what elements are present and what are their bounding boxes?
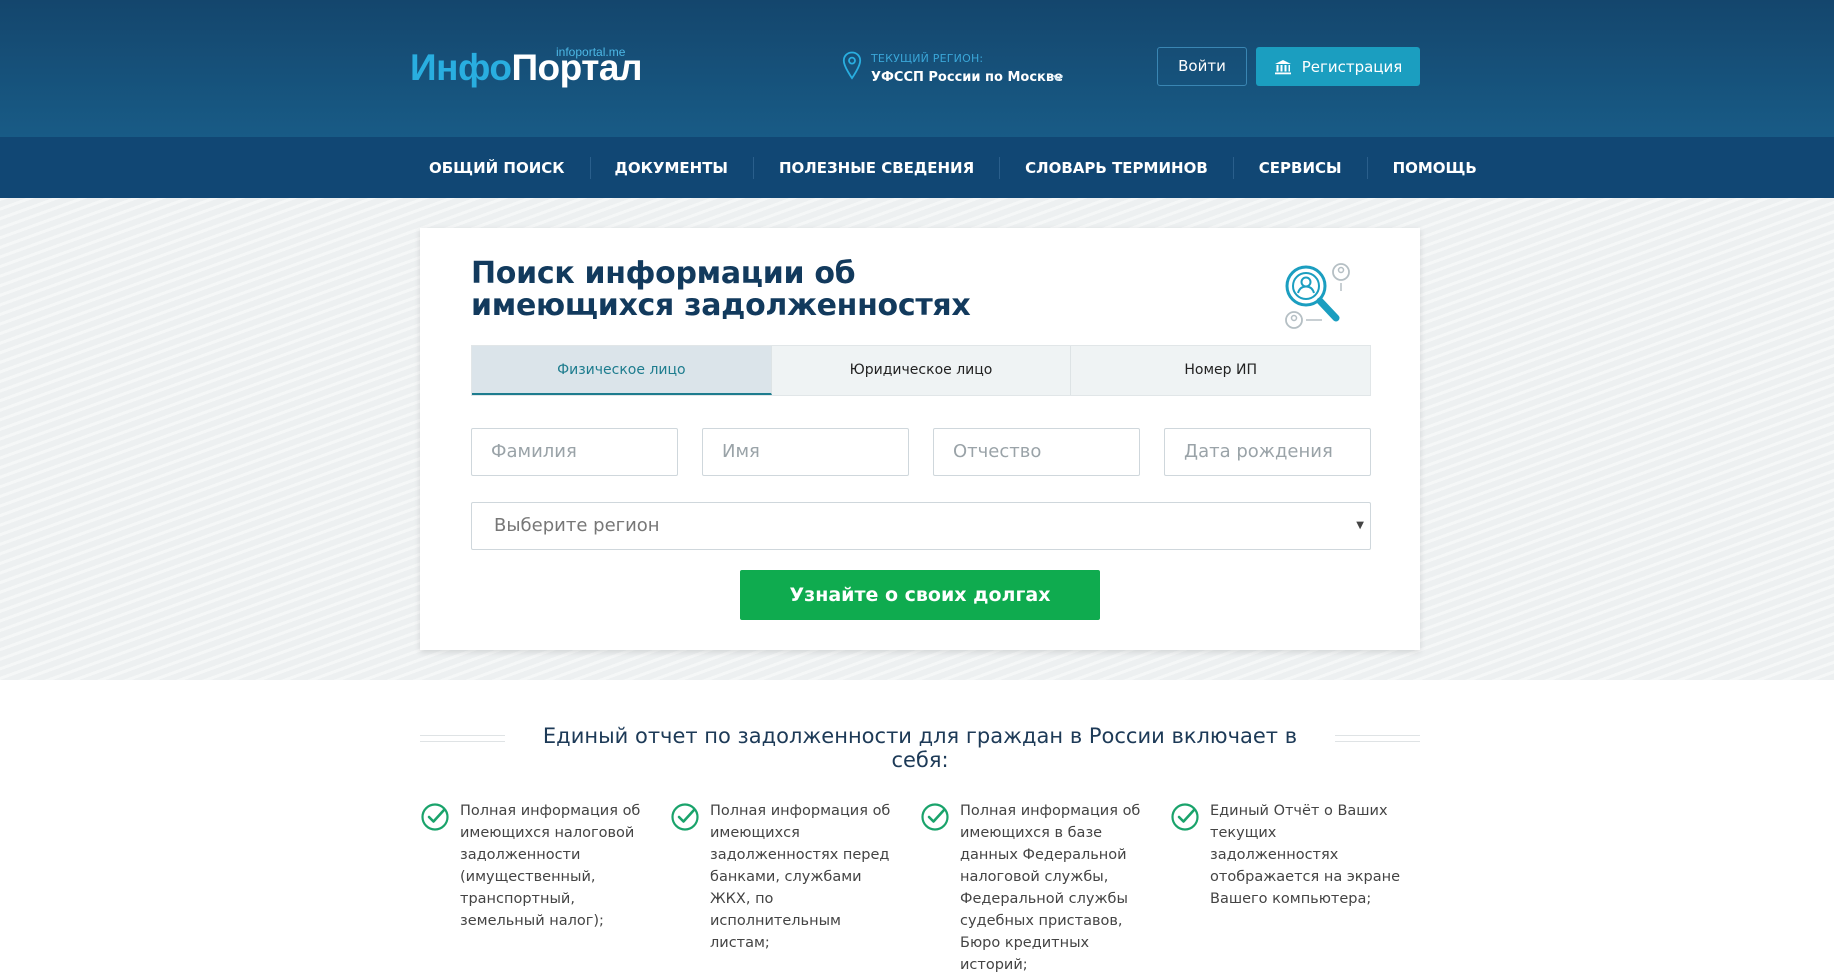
logo-part1: Инфо xyxy=(410,47,512,88)
tab-individual[interactable]: Физическое лицо xyxy=(472,346,772,395)
check-circle-icon xyxy=(921,803,949,831)
surname-field[interactable]: Фамилия xyxy=(471,428,678,476)
nav-item-glossary[interactable]: СЛОВАРЬ ТЕРМИНОВ xyxy=(999,137,1233,198)
submit-search-button[interactable]: Узнайте о своих долгах xyxy=(740,570,1100,620)
report-heading: Единый отчет по задолженности для гражда… xyxy=(420,724,1420,772)
birthdate-field[interactable]: Дата рождения xyxy=(1164,428,1371,476)
main-nav: ОБЩИЙ ПОИСК ДОКУМЕНТЫ ПОЛЕЗНЫЕ СВЕДЕНИЯ … xyxy=(0,137,1834,198)
bank-icon xyxy=(1274,59,1291,74)
tab-legal-entity[interactable]: Юридическое лицо xyxy=(772,346,1072,395)
location-pin-icon xyxy=(842,51,862,80)
check-circle-icon xyxy=(1171,803,1199,831)
search-title-line1: Поиск информации об xyxy=(471,256,856,291)
logo-domain: infoportal.me xyxy=(556,45,626,59)
nav-item-general-search[interactable]: ОБЩИЙ ПОИСК xyxy=(410,137,590,198)
report-item-text: Единый Отчёт о Ваших текущих задолженнос… xyxy=(1210,803,1401,907)
nav-item-useful-info[interactable]: ПОЛЕЗНЫЕ СВЕДЕНИЯ xyxy=(752,137,999,198)
search-title-line2: имеющихся задолженностях xyxy=(471,288,971,323)
region-select[interactable]: Выберите регион ▼ xyxy=(471,502,1371,550)
heading-divider-right xyxy=(1335,735,1420,742)
register-label: Регистрация xyxy=(1301,57,1403,76)
report-item-text: Полная информация об имеющихся задолженн… xyxy=(710,803,891,951)
name-field[interactable]: Имя xyxy=(702,428,909,476)
check-circle-icon xyxy=(421,803,449,831)
nav-item-services[interactable]: СЕРВИСЫ xyxy=(1232,137,1367,198)
site-header: ИнфоПортал infoportal.me Текущий регион:… xyxy=(0,0,1834,137)
chevron-down-icon xyxy=(1052,74,1064,82)
report-heading-text: Единый отчет по задолженности для гражда… xyxy=(542,724,1298,772)
heading-divider-left xyxy=(420,735,505,742)
patronymic-field[interactable]: Отчество xyxy=(933,428,1140,476)
login-button[interactable]: Войти xyxy=(1157,47,1247,86)
search-person-icon xyxy=(1285,263,1350,329)
search-title: Поиск информации об имеющихся задолженно… xyxy=(471,258,1031,322)
register-button[interactable]: Регистрация xyxy=(1256,47,1420,86)
region-selector[interactable]: Текущий регион: УФССП России по Москве xyxy=(842,49,1072,93)
nav-item-documents[interactable]: ДОКУМЕНТЫ xyxy=(589,137,753,198)
nav-item-help[interactable]: ПОМОЩЬ xyxy=(1366,137,1502,198)
region-select-value: Выберите регион xyxy=(494,515,660,536)
search-card: Поиск информации об имеющихся задолженно… xyxy=(420,228,1420,650)
region-label: Текущий регион: xyxy=(871,52,984,65)
check-circle-icon xyxy=(671,803,699,831)
person-type-tabs: Физическое лицо Юридическое лицо Номер И… xyxy=(471,345,1371,396)
region-value: УФССП России по Москве xyxy=(871,70,1063,85)
select-arrow-icon: ▼ xyxy=(1356,520,1364,531)
report-item-text: Полная информация об имеющихся в базе да… xyxy=(960,803,1141,973)
report-item-text: Полная информация об имеющихся налоговой… xyxy=(460,803,641,929)
tab-case-number[interactable]: Номер ИП xyxy=(1071,346,1370,395)
